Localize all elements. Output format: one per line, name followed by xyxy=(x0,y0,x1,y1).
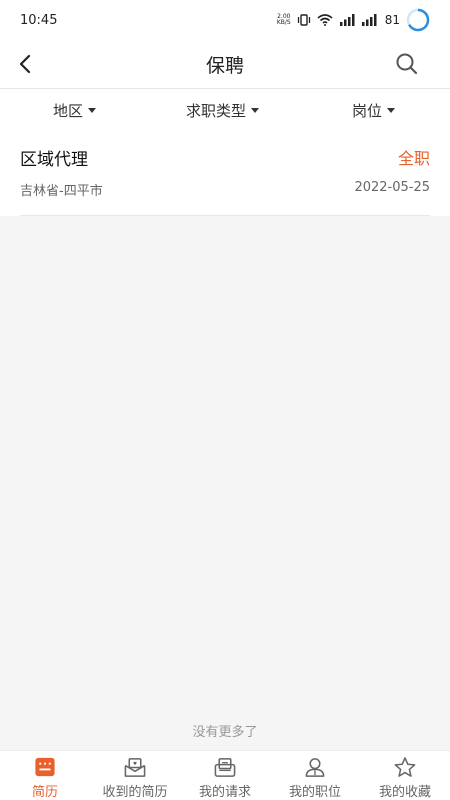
inbox-resume-icon xyxy=(124,758,146,777)
tab-received-resumes-label: 收到的简历 xyxy=(102,785,168,800)
job-title: 区域代理 xyxy=(20,150,88,170)
app-header: 保聘 xyxy=(0,40,450,88)
request-icon xyxy=(214,758,236,777)
network-speed: 2.00 KB/S xyxy=(277,14,291,26)
no-more-text: 没有更多了 xyxy=(192,725,258,740)
filter-position-label: 岗位 xyxy=(352,102,383,120)
tab-resume-label: 简历 xyxy=(31,785,58,800)
filter-job-type[interactable]: 求职类型 xyxy=(186,89,260,132)
job-list-item[interactable]: 区域代理 全职 吉林省-四平市 2022-05-25 xyxy=(0,132,450,216)
caret-down-icon xyxy=(251,108,260,113)
page-title: 保聘 xyxy=(205,54,244,77)
job-type-badge: 全职 xyxy=(397,149,430,168)
position-icon xyxy=(305,758,325,777)
tab-my-requests[interactable]: 我的请求 xyxy=(180,751,270,800)
caret-down-icon xyxy=(387,108,396,113)
filter-bar: 地区 求职类型 岗位 xyxy=(0,88,450,132)
filter-region-label: 地区 xyxy=(53,102,84,120)
status-icons: 2.00 KB/S 81 xyxy=(277,8,430,32)
filter-job-type-label: 求职类型 xyxy=(186,102,247,120)
wifi-icon xyxy=(317,14,333,26)
tab-my-favorites-label: 我的收藏 xyxy=(378,785,431,800)
caret-down-icon xyxy=(88,108,97,113)
chevron-left-icon[interactable] xyxy=(12,50,40,78)
resume-icon xyxy=(35,757,55,777)
tab-my-requests-label: 我的请求 xyxy=(198,785,251,800)
status-bar: 10:45 2.00 KB/S 81 xyxy=(0,0,450,40)
star-icon xyxy=(394,757,416,777)
signal-icon-2 xyxy=(361,14,377,26)
job-list: 区域代理 全职 吉林省-四平市 2022-05-25 xyxy=(0,132,450,216)
tab-my-favorites[interactable]: 我的收藏 xyxy=(360,751,450,800)
network-speed-unit: KB/S xyxy=(276,19,291,26)
filter-region[interactable]: 地区 xyxy=(53,89,97,132)
tab-my-positions-label: 我的职位 xyxy=(288,785,341,800)
vibrate-icon xyxy=(297,14,310,26)
tab-resume[interactable]: 简历 xyxy=(0,751,90,800)
job-date: 2022-05-25 xyxy=(354,180,430,195)
battery-level: 81 xyxy=(384,13,400,27)
status-time: 10:45 xyxy=(20,12,58,28)
battery-ring-icon xyxy=(406,8,430,32)
tab-received-resumes[interactable]: 收到的简历 xyxy=(90,751,180,800)
search-icon[interactable] xyxy=(394,51,420,77)
filter-position[interactable]: 岗位 xyxy=(352,89,396,132)
tab-my-positions[interactable]: 我的职位 xyxy=(270,751,360,800)
bottom-tab-bar: 简历 收到的简历 我的请求 我的职位 我的收藏 xyxy=(0,750,450,800)
divider xyxy=(20,215,430,216)
job-location: 吉林省-四平市 xyxy=(20,184,103,199)
signal-icon xyxy=(339,14,355,26)
